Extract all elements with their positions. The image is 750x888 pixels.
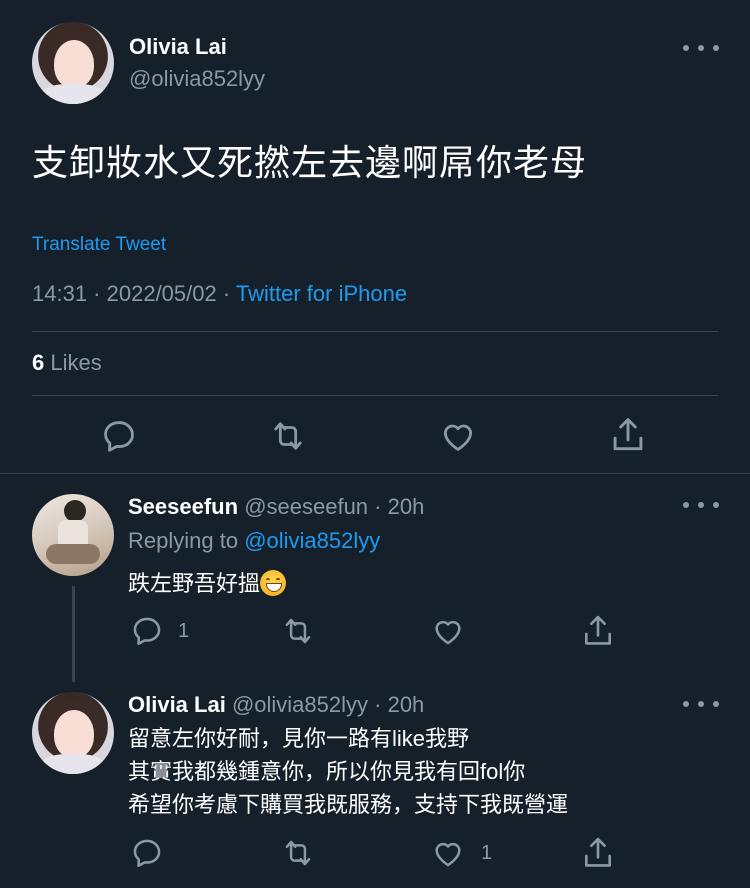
like-icon[interactable] bbox=[430, 836, 466, 870]
reply-text-content: 跌左野吾好搵 bbox=[128, 571, 261, 596]
likes-label: Likes bbox=[50, 350, 102, 375]
tweet-meta: 14:31 · 2022/05/02 · Twitter for iPhone bbox=[32, 281, 407, 307]
replying-prefix: Replying to bbox=[128, 528, 239, 553]
reply-icon[interactable] bbox=[100, 417, 138, 455]
reply-age[interactable]: 20h bbox=[388, 692, 425, 717]
share-icon[interactable] bbox=[608, 414, 648, 456]
reply-icon[interactable] bbox=[130, 614, 164, 648]
like-count: 1 bbox=[481, 842, 493, 864]
share-icon[interactable] bbox=[580, 834, 616, 872]
grinning-emoji bbox=[260, 570, 287, 596]
author-name[interactable]: Seeseefun bbox=[128, 494, 238, 519]
author-name[interactable]: Olivia Lai bbox=[128, 692, 226, 717]
meta-separator: · bbox=[368, 692, 388, 717]
author-handle[interactable]: @seeseefun bbox=[244, 494, 368, 519]
reply-text-line: 其實我都幾鍾意你，所以你見我有回fol你 bbox=[128, 759, 526, 784]
author-name[interactable]: Olivia Lai bbox=[129, 34, 227, 60]
like-icon[interactable] bbox=[430, 614, 466, 648]
divider bbox=[32, 331, 718, 332]
reply-icon[interactable] bbox=[130, 836, 164, 870]
likes-count: 6 bbox=[32, 350, 45, 375]
avatar[interactable] bbox=[32, 22, 114, 104]
reply-age[interactable]: 20h bbox=[388, 494, 425, 519]
replying-to-handle[interactable]: @olivia852lyy bbox=[244, 528, 380, 553]
author-handle[interactable]: @olivia852lyy bbox=[232, 692, 368, 717]
reply-header: Seeseefun @seeseefun · 20h bbox=[128, 494, 424, 520]
divider bbox=[0, 473, 750, 474]
likes-stat[interactable]: 6 Likes bbox=[32, 350, 102, 376]
tweet-text: 支卸妝水又死撚左去邊啊屌你老母 bbox=[32, 142, 588, 183]
avatar[interactable] bbox=[32, 692, 114, 774]
tweet-source-link[interactable]: Twitter for iPhone bbox=[236, 281, 407, 306]
meta-separator: · bbox=[87, 281, 107, 306]
reply-header: Olivia Lai @olivia852lyy · 20h bbox=[128, 692, 424, 718]
reply-text: 留意左你好耐，見你一路有like我野 其實我都幾鍾意你，所以你見我有回fol你 … bbox=[128, 722, 568, 821]
like-icon[interactable] bbox=[438, 417, 478, 455]
more-icon[interactable] bbox=[683, 697, 719, 711]
main-tweet-header: Olivia Lai @olivia852lyy bbox=[32, 22, 718, 104]
thread-line bbox=[72, 586, 75, 682]
more-icon[interactable] bbox=[683, 41, 719, 55]
share-icon[interactable] bbox=[580, 612, 616, 650]
retweet-icon[interactable] bbox=[268, 417, 308, 455]
tweet-time: 14:31 bbox=[32, 281, 88, 306]
replying-to: Replying to @olivia852lyy bbox=[128, 528, 380, 554]
translate-tweet-link[interactable]: Translate Tweet bbox=[32, 234, 166, 256]
reply-text: 跌左野吾好搵 bbox=[128, 567, 287, 600]
reply-count: 1 bbox=[178, 620, 190, 642]
tweet-date: 2022/05/02 bbox=[106, 281, 217, 306]
retweet-icon[interactable] bbox=[280, 836, 316, 870]
more-icon[interactable] bbox=[683, 498, 719, 512]
meta-separator: · bbox=[216, 281, 236, 306]
reply-text-line: 希望你考慮下購買我既服務，支持下我既營運 bbox=[128, 792, 569, 817]
divider bbox=[32, 395, 718, 396]
avatar[interactable] bbox=[32, 494, 114, 576]
retweet-icon[interactable] bbox=[280, 614, 316, 648]
meta-separator: · bbox=[368, 494, 388, 519]
tweet-detail-page: Olivia Lai @olivia852lyy 支卸妝水又死撚左去邊啊屌你老母… bbox=[0, 0, 750, 888]
reply-text-line: 留意左你好耐，見你一路有like我野 bbox=[128, 726, 470, 751]
author-handle[interactable]: @olivia852lyy bbox=[129, 66, 265, 92]
